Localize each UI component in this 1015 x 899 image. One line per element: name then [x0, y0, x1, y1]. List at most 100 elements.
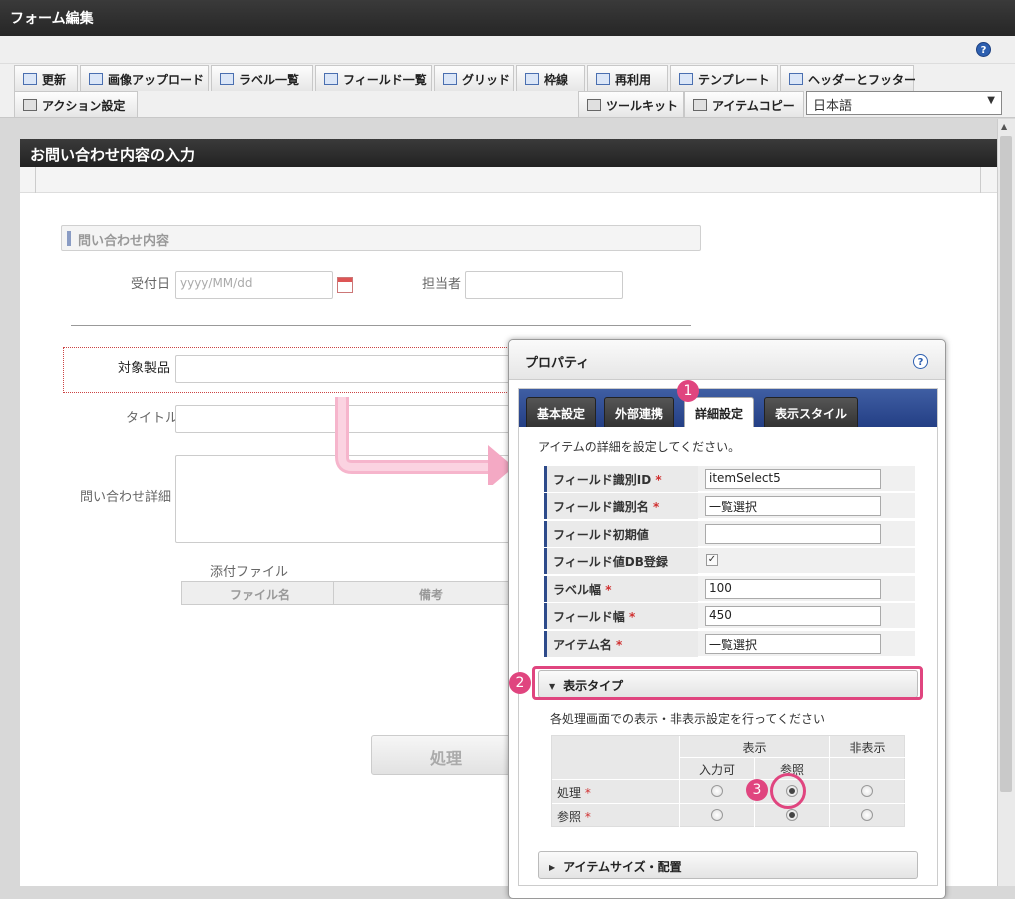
toolbar-button-action[interactable]: アクション設定: [14, 91, 138, 117]
display-row-label: 参照 *: [552, 804, 680, 828]
attachment-table-header: ファイル名 備考: [181, 581, 521, 605]
toolbar-button-label: アイテムコピー: [712, 99, 795, 113]
property-row: アイテム名 * 一覧選択: [544, 631, 915, 657]
toolbar-button-label: 再利用: [615, 73, 652, 87]
form-subheader: [20, 167, 997, 193]
property-input[interactable]: 一覧選択: [705, 634, 881, 654]
toolbar-button-toolkit[interactable]: ツールキット: [578, 91, 684, 117]
toolbar-button-grid[interactable]: グリッド: [434, 65, 514, 91]
property-label: ラベル幅 *: [544, 576, 698, 602]
highlight-circle: [770, 773, 806, 809]
field-list-icon: [324, 73, 338, 85]
refresh-icon: [23, 73, 37, 85]
property-row: フィールド幅 * 450: [544, 603, 915, 629]
annotation-badge-1: 1: [677, 380, 699, 402]
template-icon: [679, 73, 693, 85]
triangle-right-icon: ▶: [549, 863, 556, 872]
tab-external[interactable]: 外部連携: [604, 397, 675, 427]
help-bar: [0, 36, 1015, 64]
staff-input[interactable]: [465, 271, 623, 299]
toolbar-button-label: アクション設定: [42, 99, 126, 113]
display-radio-input[interactable]: [711, 809, 723, 821]
toolbar-button-label: ラベル一覧: [239, 73, 300, 87]
tab-display-style[interactable]: 表示スタイル: [764, 397, 859, 427]
window-title: フォーム編集: [0, 0, 1015, 36]
tab-basic[interactable]: 基本設定: [526, 397, 597, 427]
toolbar-button-image-upload[interactable]: 画像アップロード: [80, 65, 209, 91]
property-row: フィールド値DB登録 ✓: [544, 548, 915, 574]
property-label: フィールド値DB登録: [544, 548, 698, 574]
detail-label: 問い合わせ詳細: [80, 490, 172, 505]
toolbar-button-label: ヘッダーとフッター: [808, 73, 917, 87]
image-upload-icon: [89, 73, 103, 85]
annotation-badge-2: 2: [509, 672, 531, 694]
attachment-col-note: 備考: [419, 588, 444, 602]
product-input[interactable]: [175, 355, 520, 383]
property-input[interactable]: 450: [705, 606, 881, 626]
property-row: フィールド初期値: [544, 521, 915, 547]
property-input[interactable]: 100: [705, 579, 881, 599]
header-footer-icon: [789, 73, 803, 85]
panel-description: アイテムの詳細を設定してください。: [538, 440, 741, 454]
toolbar-button-label: フィールド一覧: [343, 73, 427, 87]
process-button[interactable]: 処理: [371, 735, 521, 775]
toolbar-button-refresh[interactable]: 更新: [14, 65, 78, 91]
toolbar-button-label: 枠線: [544, 73, 569, 87]
property-label: フィールド識別名 *: [544, 493, 698, 519]
receipt-date-input[interactable]: yyyy/MM/dd: [175, 271, 333, 299]
item-copy-icon: [693, 99, 707, 111]
col-input: 入力可: [680, 758, 755, 780]
display-radio-input[interactable]: [711, 785, 723, 797]
display-row-label: 処理 *: [552, 780, 680, 804]
help-icon[interactable]: ?: [976, 42, 991, 57]
db-register-checkbox[interactable]: ✓: [706, 554, 718, 566]
toolbar-button-label: テンプレート: [698, 73, 770, 87]
toolbar-button-template[interactable]: テンプレート: [670, 65, 778, 91]
action-icon: [23, 99, 37, 111]
tab-detail[interactable]: 詳細設定: [684, 397, 755, 427]
property-label: フィールド初期値: [544, 521, 698, 547]
item-size-accordion[interactable]: ▶ アイテムサイズ・配置: [538, 851, 918, 879]
col-show: 表示: [680, 736, 830, 758]
pointer-arrow-icon: [335, 397, 514, 485]
property-input[interactable]: itemSelect5: [705, 469, 881, 489]
annotation-badge-3: 3: [746, 779, 768, 801]
toolbar-button-reuse[interactable]: 再利用: [587, 65, 668, 91]
grid-icon: [443, 73, 457, 85]
scroll-up-icon[interactable]: ▲: [1001, 122, 1007, 131]
toolbar-button-header-footer[interactable]: ヘッダーとフッター: [780, 65, 917, 91]
property-row: フィールド識別ID * itemSelect5: [544, 466, 915, 492]
toolbar-button-label-list[interactable]: ラベル一覧: [211, 65, 313, 91]
toolbar-button-field-list[interactable]: フィールド一覧: [315, 65, 432, 91]
receipt-date-label: 受付日: [131, 277, 171, 292]
toolbar-button-label: グリッド: [462, 73, 511, 87]
property-input[interactable]: [705, 524, 881, 544]
col-hide: 非表示: [830, 736, 906, 758]
attachment-col-filename: ファイル名: [230, 588, 291, 602]
language-select[interactable]: 日本語 ▼: [806, 91, 1002, 115]
title-label: タイトル: [126, 411, 179, 426]
scrollbar-thumb[interactable]: [1000, 136, 1012, 792]
panel-help-icon[interactable]: ?: [913, 354, 928, 369]
staff-label: 担当者: [422, 277, 462, 292]
form-header: お問い合わせ内容の入力: [20, 139, 997, 167]
section-title: 問い合わせ内容: [61, 225, 701, 251]
display-radio-ref[interactable]: [786, 809, 798, 821]
display-radio-hide[interactable]: [861, 809, 873, 821]
toolbar-button-item-copy[interactable]: アイテムコピー: [684, 91, 804, 117]
toolbar-button-label: 画像アップロード: [108, 73, 205, 87]
toolbar-button-label: 更新: [42, 73, 67, 87]
toolkit-icon: [587, 99, 601, 111]
calendar-icon[interactable]: [337, 277, 353, 293]
property-row: フィールド識別名 * 一覧選択: [544, 493, 915, 519]
toolbar-button-border[interactable]: 枠線: [516, 65, 585, 91]
border-icon: [525, 73, 539, 85]
label-list-icon: [220, 73, 234, 85]
property-row: ラベル幅 * 100: [544, 576, 915, 602]
property-input[interactable]: 一覧選択: [705, 496, 881, 516]
attachment-label: 添付ファイル: [210, 565, 289, 580]
property-label: アイテム名 *: [544, 631, 698, 657]
display-radio-hide[interactable]: [861, 785, 873, 797]
divider: [71, 325, 691, 326]
reuse-icon: [596, 73, 610, 85]
